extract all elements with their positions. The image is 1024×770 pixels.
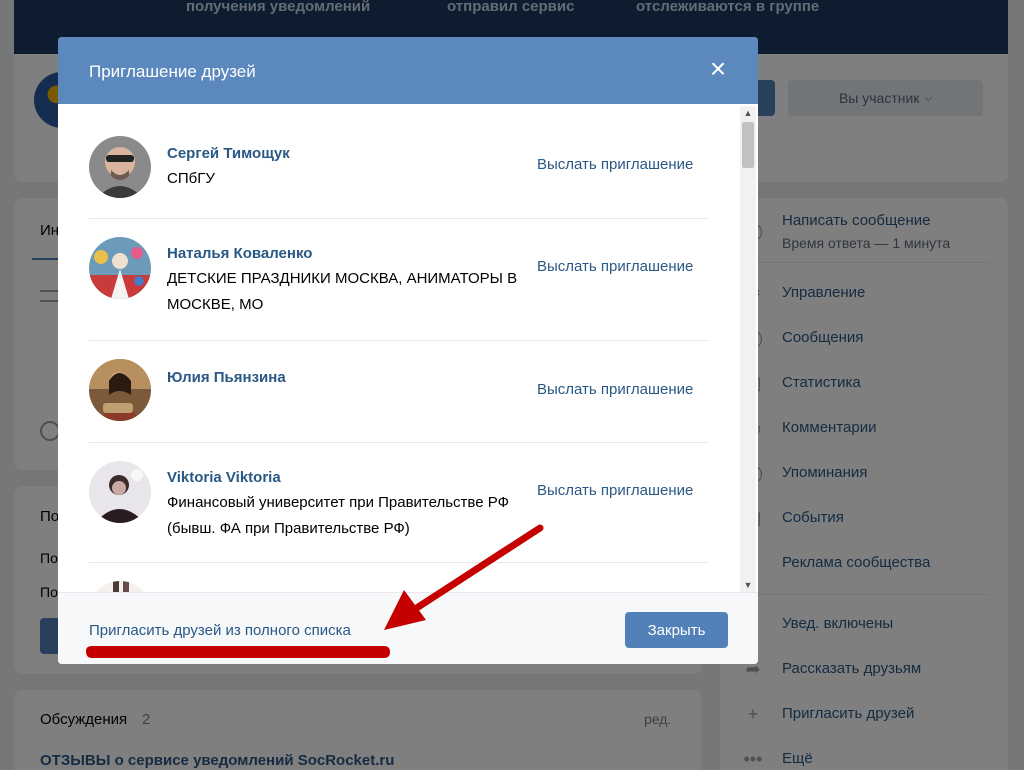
send-invite-link[interactable]: Выслать приглашение [537,381,693,398]
divider [89,562,709,563]
friend-name[interactable]: Наталья Коваленко [167,245,312,262]
divider [89,218,709,219]
send-invite-link[interactable]: Выслать приглашение [537,258,693,275]
friend-info: ДЕТСКИЕ ПРАЗДНИКИ МОСКВА, АНИМАТОРЫ В МО… [167,270,518,313]
modal-header: Приглашение друзей × [58,37,758,104]
close-icon[interactable]: × [706,55,730,83]
scroll-thumb[interactable] [742,122,754,168]
divider [89,442,709,443]
send-invite-link[interactable]: Выслать приглашение [537,482,693,499]
scroll-down-icon[interactable]: ▼ [740,578,756,592]
modal-footer: Пригласить друзей из полного списка Закр… [58,592,758,664]
modal-title: Приглашение друзей [89,62,256,81]
scroll-up-icon[interactable]: ▲ [740,106,756,120]
avatar[interactable] [89,461,151,523]
invite-friends-modal: Приглашение друзей × Сергей Тимощук СПбГ… [58,37,758,664]
send-invite-link[interactable]: Выслать приглашение [537,156,693,173]
avatar[interactable] [89,136,151,198]
divider [89,340,709,341]
friends-list[interactable]: Сергей Тимощук СПбГУ Выслать приглашение… [58,104,758,592]
friend-info: Финансовый университет при Правительстве… [167,494,509,537]
friend-info: СПбГУ [167,170,215,187]
friend-name[interactable]: Сергей Тимощук [167,145,290,162]
avatar[interactable] [89,581,151,592]
friend-name[interactable]: Viktoria Viktoria [167,469,281,486]
list-scrollbar[interactable]: ▲ ▼ [740,106,756,592]
avatar[interactable] [89,359,151,421]
invite-from-full-list-link[interactable]: Пригласить друзей из полного списка [89,622,351,639]
friend-name[interactable]: Юлия Пьянзина [167,369,286,386]
avatar[interactable] [89,237,151,299]
close-button[interactable]: Закрыть [625,612,728,648]
